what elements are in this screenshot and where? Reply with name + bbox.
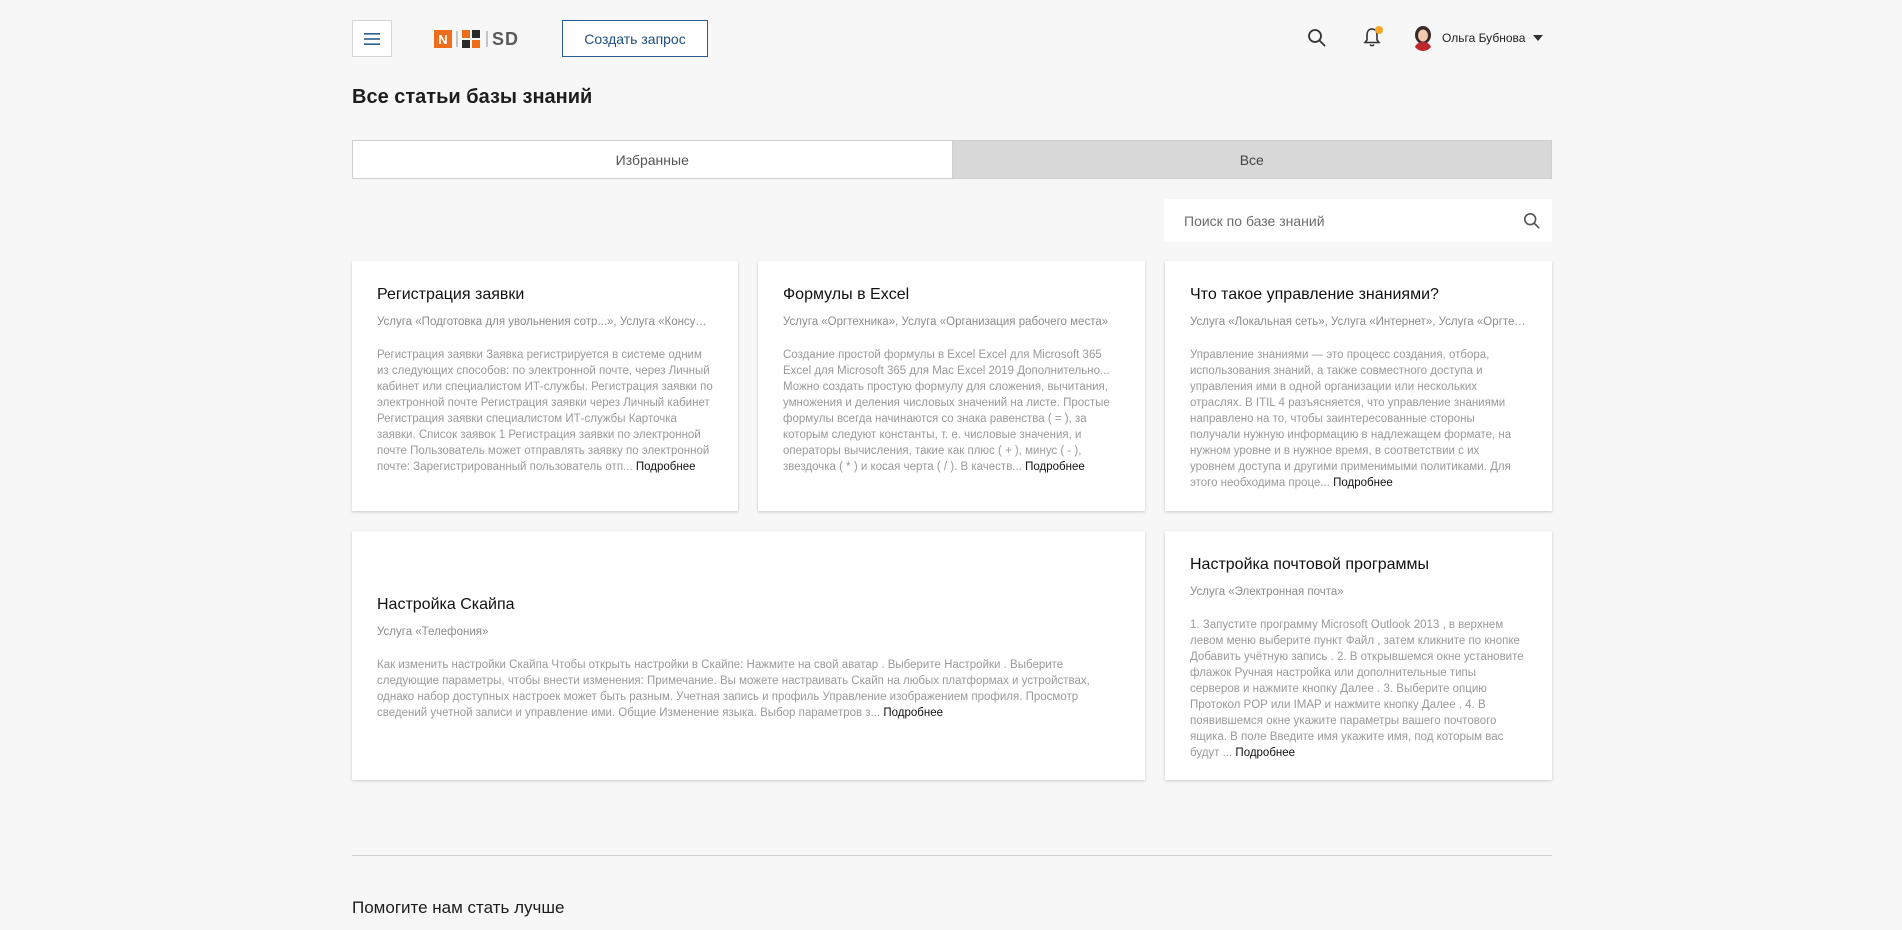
logo-divider (456, 31, 458, 47)
notification-badge (1375, 26, 1383, 34)
header-search-button[interactable] (1307, 28, 1327, 53)
search-icon (1523, 212, 1540, 229)
tabs: Избранные Все (352, 140, 1552, 179)
logo-squares-icon (462, 30, 480, 48)
article-excerpt: Регистрация заявки Заявка регистрируется… (377, 347, 713, 475)
logo[interactable]: N SD (434, 28, 519, 50)
menu-button[interactable] (352, 20, 392, 57)
avatar (1412, 25, 1434, 51)
article-card[interactable]: Регистрация заявки Услуга «Подготовка дл… (352, 261, 738, 511)
article-excerpt: Как изменить настройки Скайпа Чтобы откр… (377, 657, 1120, 721)
logo-text: SD (492, 28, 520, 49)
article-services: Услуга «Оргтехника», Услуга «Организация… (783, 316, 1109, 328)
user-menu[interactable]: Ольга Бубнова (1412, 25, 1544, 51)
feedback-section-title: Помогите нам стать лучше (352, 898, 565, 917)
article-excerpt-text: Регистрация заявки Заявка регистрируется… (377, 349, 713, 473)
article-excerpt-text: 1. Запустите программу Microsoft Outlook… (1190, 619, 1524, 759)
read-more-link[interactable]: Подробнее (1333, 477, 1393, 489)
article-title[interactable]: Настройка Скайпа (377, 595, 1120, 615)
page-title: Все статьи базы знаний (352, 86, 593, 108)
knowledge-base-search (1164, 199, 1552, 242)
article-excerpt-text: Создание простой формулы в Excel Excel д… (783, 349, 1110, 473)
tab-favorites[interactable]: Избранные (353, 141, 952, 178)
article-excerpt: 1. Запустите программу Microsoft Outlook… (1190, 617, 1527, 761)
article-title[interactable]: Формулы в Excel (783, 285, 1120, 305)
hamburger-icon (364, 32, 380, 45)
article-title[interactable]: Что такое управление знаниями? (1190, 285, 1527, 305)
tab-all[interactable]: Все (951, 141, 1551, 178)
chevron-down-icon (1533, 35, 1544, 41)
article-excerpt-text: Управление знаниями — это процесс создан… (1190, 349, 1512, 489)
user-name: Ольга Бубнова (1442, 31, 1526, 45)
article-card[interactable]: Настройка Скайпа Услуга «Телефония» Как … (352, 531, 1145, 780)
create-request-button[interactable]: Создать запрос (562, 20, 708, 57)
article-excerpt-text: Как изменить настройки Скайпа Чтобы откр… (377, 659, 1090, 719)
article-title[interactable]: Настройка почтовой программы (1190, 555, 1527, 575)
search-input[interactable] (1164, 211, 1512, 230)
search-submit-button[interactable] (1512, 212, 1552, 230)
notifications-button[interactable] (1363, 26, 1383, 53)
read-more-link[interactable]: Подробнее (1025, 461, 1085, 473)
read-more-link[interactable]: Подробнее (1235, 747, 1295, 759)
logo-n-mark: N (434, 30, 452, 48)
article-card[interactable]: Что такое управление знаниями? Услуга «Л… (1165, 261, 1552, 511)
top-header: N SD Создать запрос Ольга Бубнова (352, 0, 1552, 78)
logo-divider-2 (486, 31, 488, 47)
article-services: Услуга «Электронная почта» (1190, 586, 1344, 598)
article-card[interactable]: Формулы в Excel Услуга «Оргтехника», Усл… (758, 261, 1145, 511)
search-icon (1308, 29, 1326, 47)
section-divider (352, 855, 1552, 856)
read-more-link[interactable]: Подробнее (636, 461, 696, 473)
article-excerpt: Управление знаниями — это процесс создан… (1190, 347, 1527, 491)
read-more-link[interactable]: Подробнее (883, 707, 943, 719)
article-services: Услуга «Локальная сеть», Услуга «Интерне… (1190, 316, 1527, 328)
article-title[interactable]: Регистрация заявки (377, 285, 713, 305)
article-card[interactable]: Настройка почтовой программы Услуга «Эле… (1165, 531, 1552, 780)
article-excerpt: Создание простой формулы в Excel Excel д… (783, 347, 1120, 475)
article-services: Услуга «Телефония» (377, 626, 489, 638)
article-services: Услуга «Подготовка для увольнения сотр..… (377, 316, 713, 328)
